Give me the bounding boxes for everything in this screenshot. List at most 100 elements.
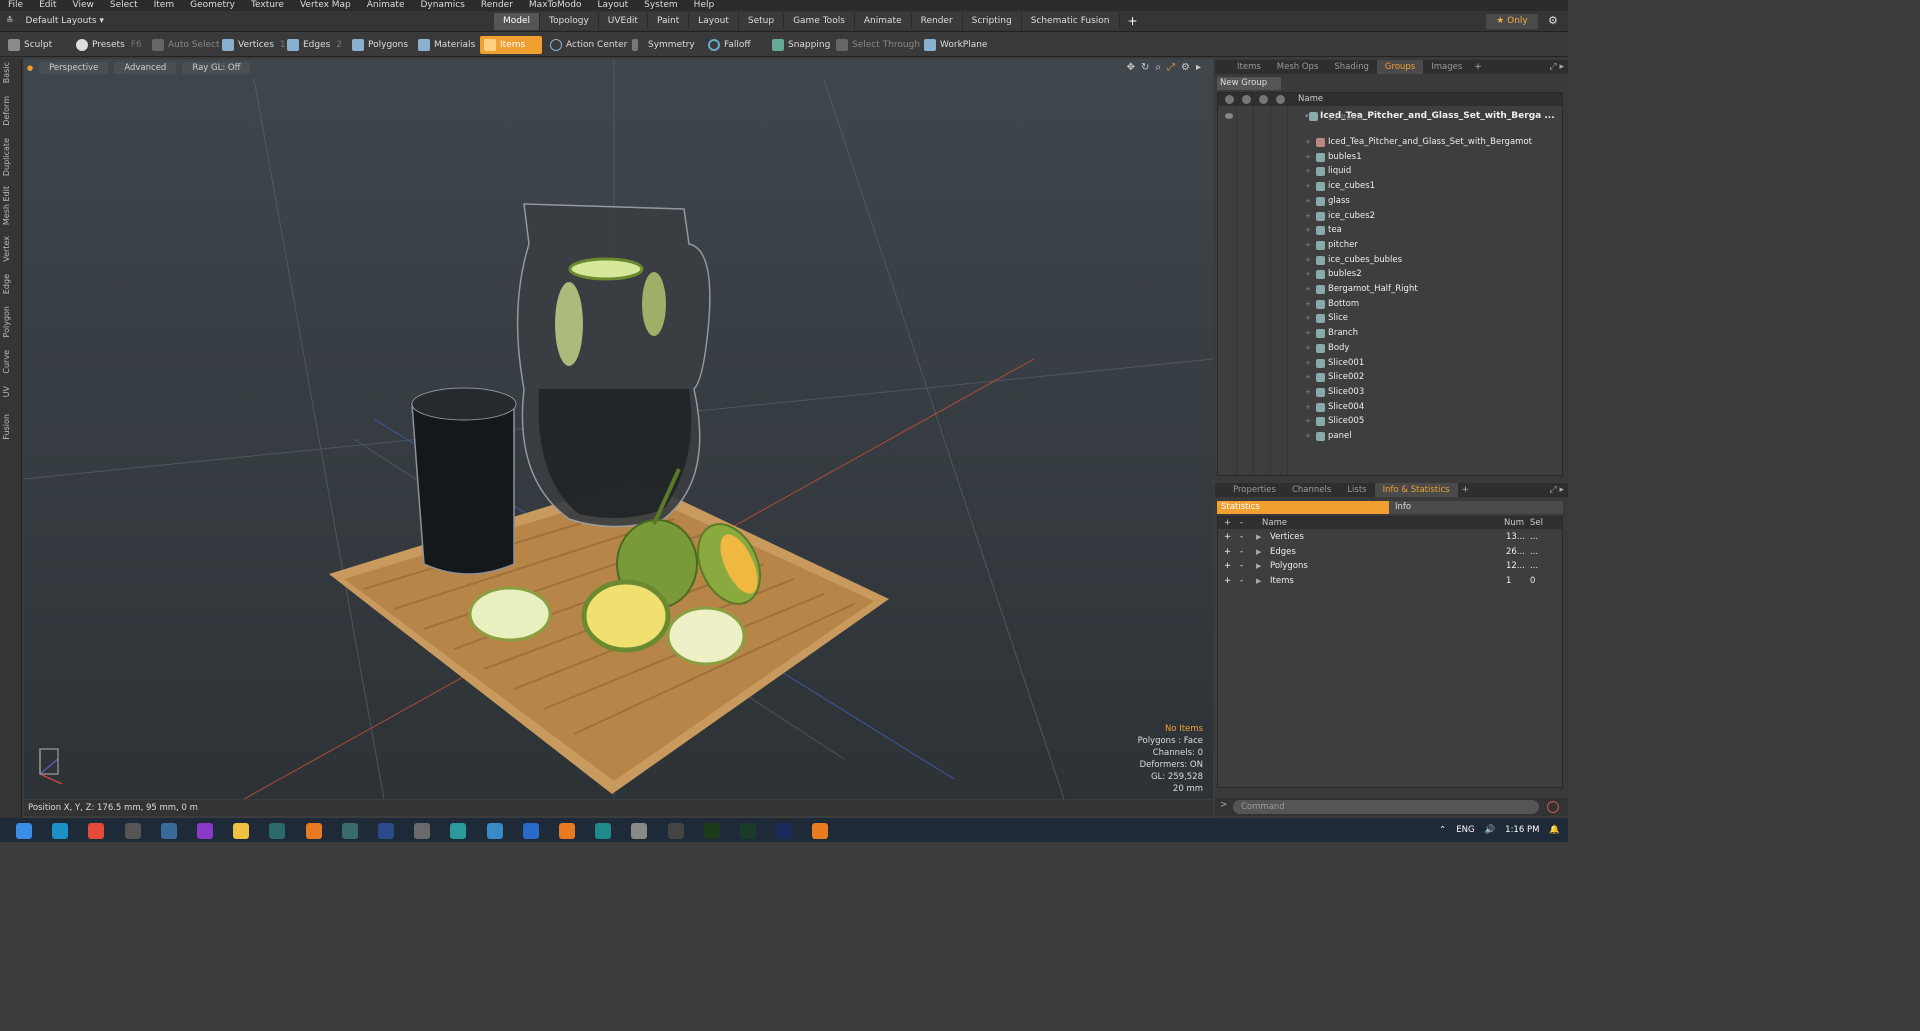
view-type-button[interactable]: Perspective [39,61,109,74]
gear-icon[interactable]: ⚙ [1548,14,1558,27]
unity-icon[interactable] [631,823,648,839]
expand-icon[interactable]: + [1305,209,1311,224]
stats-panel-expand-icon[interactable]: ⤢ ▸ [1549,485,1564,495]
expand-icon[interactable]: + [1305,414,1311,429]
tab-topology[interactable]: Topology [540,13,599,30]
list-item[interactable]: + glass [1218,194,1562,209]
tab-scripting[interactable]: Scripting [962,13,1022,30]
select-column-icon[interactable] [1276,95,1285,104]
language-indicator[interactable]: ENG [1456,825,1474,835]
tab-game-tools[interactable]: Game Tools [784,13,855,30]
table-row[interactable]: + - ▶ Polygons 12...... [1218,559,1562,574]
expand-plus-icon[interactable]: + [1224,530,1231,545]
select-through-button[interactable]: Select Through [832,36,926,54]
chrome-icon[interactable] [88,823,105,839]
tab-setup[interactable]: Setup [738,13,785,30]
list-item[interactable]: + liquid [1218,164,1562,179]
fit-view-icon[interactable]: ⤢ [1167,62,1175,73]
viewport-settings-icon[interactable]: ⚙ [1181,62,1190,73]
onenote-icon[interactable] [197,823,213,839]
list-item[interactable]: + ice_cubes_bubles [1218,253,1562,268]
triangle-right-icon[interactable]: ▶ [1256,574,1261,589]
stats-tab-channels[interactable]: Channels [1284,483,1339,497]
unreal-icon[interactable] [667,823,684,839]
viewport-expand-icon[interactable]: ▸ [1196,62,1201,73]
substance-painter-icon[interactable] [703,823,720,839]
list-item[interactable]: + Slice [1218,311,1562,326]
maya-icon[interactable] [450,823,467,839]
list-item[interactable]: + tea [1218,223,1562,238]
zoom-view-icon[interactable]: ⌕ [1155,62,1161,73]
command-input[interactable]: Command [1233,800,1539,814]
group-root-row[interactable]: ▾ Iced_Tea_Pitcher_and_Glass_Set_with_Ber… [1218,109,1562,124]
list-item[interactable]: + Slice003 [1218,385,1562,400]
cinema-icon[interactable] [378,823,394,839]
materials-button[interactable]: Materials [414,36,481,54]
shading-mode-button[interactable]: Advanced [114,61,177,74]
menu-system[interactable]: System [636,0,686,11]
strip-tab-polygon[interactable]: Polygon [2,306,20,337]
calculator-icon[interactable] [124,823,141,839]
tab-paint[interactable]: Paint [647,13,690,30]
tab-animate[interactable]: Animate [854,13,912,30]
menu-geometry[interactable]: Geometry [182,0,243,11]
statistics-subtab[interactable]: Statistics [1217,501,1389,514]
expand-icon[interactable]: + [1305,356,1311,371]
rotate-view-icon[interactable]: ↻ [1141,62,1149,73]
visibility-eye-icon[interactable] [1225,113,1233,119]
strip-tab-basic[interactable]: Basic [2,62,20,83]
record-macro-icon[interactable] [1547,801,1559,813]
panel-expand-icon[interactable]: ⤢ ▸ [1549,62,1564,72]
3dsmax-icon[interactable] [486,823,503,839]
layout-selector[interactable]: Default Layouts ▾ [20,16,110,26]
table-row[interactable]: + - ▶ Vertices 13...... [1218,530,1562,545]
terminal-icon[interactable] [269,823,286,839]
viewport-menu-icon[interactable]: ● [27,64,33,72]
list-item[interactable]: + pitcher [1218,238,1562,253]
falloff-button[interactable]: Falloff [704,36,757,54]
expand-plus-icon[interactable]: + [1224,559,1231,574]
menu-item[interactable]: Item [146,0,183,11]
tab-render[interactable]: Render [911,13,963,30]
tab-layout[interactable]: Layout [689,13,739,30]
workplane-button[interactable]: WorkPlane [920,36,993,54]
3dsmax-2-icon[interactable] [522,823,539,839]
list-item[interactable]: + ice_cubes2 [1218,209,1562,224]
collapse-minus-icon[interactable]: - [1240,530,1243,545]
menu-maxtomodo[interactable]: MaxToModo [521,0,590,11]
list-item[interactable]: + panel [1218,429,1562,444]
move-view-icon[interactable]: ✥ [1127,62,1135,73]
list-item[interactable]: + Slice004 [1218,400,1562,415]
only-toggle[interactable]: ★ Only [1486,14,1538,29]
expand-icon[interactable]: + [1305,326,1311,341]
collapse-icon[interactable]: ▾ [1305,109,1309,124]
collapse-minus-icon[interactable]: - [1240,574,1243,589]
expand-icon[interactable]: + [1305,150,1311,165]
menu-edit[interactable]: Edit [31,0,64,11]
list-item[interactable]: + Bergamot_Half_Right [1218,282,1562,297]
photoshop-icon[interactable] [776,823,793,839]
stats-tab-lists[interactable]: Lists [1339,483,1374,497]
presets-button[interactable]: Presets F6 [72,36,148,54]
notification-icon[interactable]: 🔔 [1549,825,1560,835]
tab-model[interactable]: Model [494,13,541,30]
groups-tab-mesh-ops[interactable]: Mesh Ops [1269,60,1327,74]
groups-tab-groups[interactable]: Groups [1376,60,1424,74]
expand-icon[interactable]: + [1305,164,1311,179]
ray-gl-button[interactable]: Ray GL: Off [182,61,251,74]
expand-icon[interactable]: + [1305,267,1311,282]
strip-tab-duplicate[interactable]: Duplicate [2,138,20,176]
obs-icon[interactable] [414,823,431,839]
new-group-button[interactable]: New Group [1217,77,1281,90]
expand-icon[interactable]: + [1305,238,1311,253]
list-item[interactable]: + Slice002 [1218,370,1562,385]
lock-column-icon[interactable] [1242,95,1251,104]
list-item[interactable]: + Slice001 [1218,356,1562,371]
table-row[interactable]: + - ▶ Edges 26...... [1218,545,1562,560]
triangle-right-icon[interactable]: ▶ [1256,545,1261,560]
3d-viewport[interactable]: ● Perspective Advanced Ray GL: Off ✥ ↻ ⌕… [24,59,1213,799]
polygons-button[interactable]: Polygons [348,36,414,54]
items-button[interactable]: Items [480,36,542,54]
substance-designer-icon[interactable] [740,823,756,839]
expand-icon[interactable]: + [1305,194,1311,209]
